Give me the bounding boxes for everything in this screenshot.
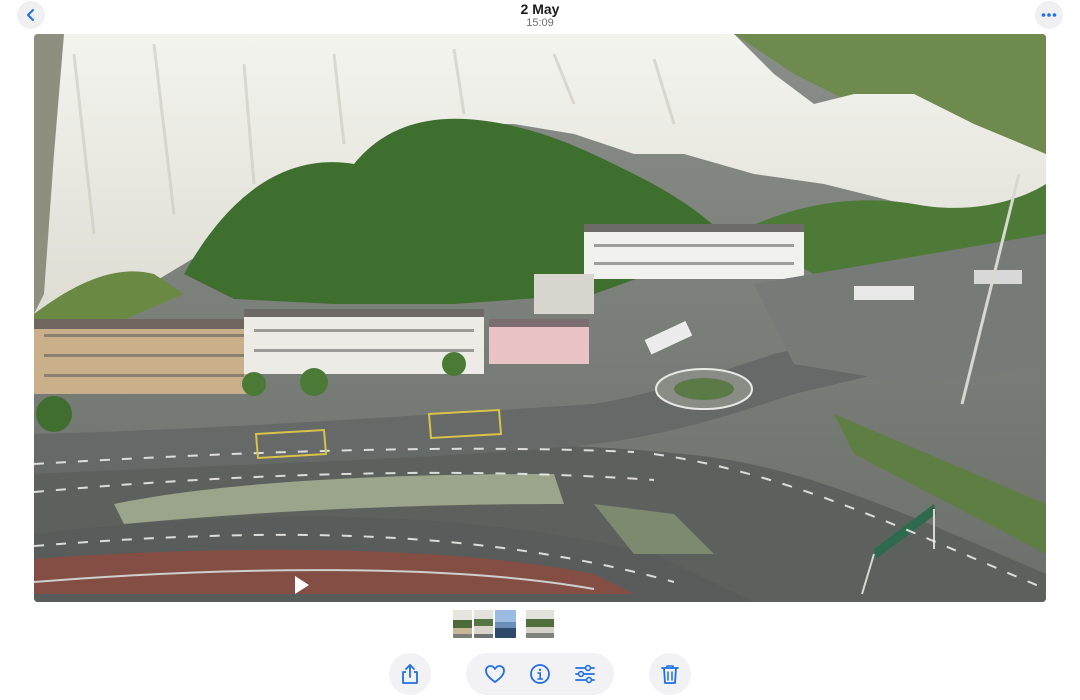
top-bar: 2 May 15:09: [0, 0, 1080, 34]
info-icon: [530, 664, 550, 684]
video-player[interactable]: [34, 34, 1046, 602]
photo-date: 2 May: [520, 1, 560, 17]
adjust-icon: [575, 664, 596, 684]
heart-icon: [484, 665, 505, 683]
thumbnail[interactable]: [474, 610, 493, 638]
share-icon: [402, 664, 418, 684]
action-group: [466, 653, 614, 695]
aerial-photo: [34, 34, 1046, 602]
thumbnail-strip: [453, 610, 554, 638]
trash-icon: [661, 665, 679, 684]
title-block: 2 May 15:09: [0, 0, 1080, 30]
delete-button[interactable]: [649, 653, 691, 695]
thumbnail[interactable]: [453, 610, 472, 638]
play-button[interactable]: [290, 574, 312, 596]
adjust-button[interactable]: [567, 656, 603, 692]
thumbnail[interactable]: [526, 610, 554, 638]
share-button[interactable]: [389, 653, 431, 695]
more-button[interactable]: [1035, 1, 1063, 29]
thumbnail-selected[interactable]: [495, 610, 516, 638]
info-button[interactable]: [522, 656, 558, 692]
ellipsis-icon: [1041, 13, 1057, 17]
photo-time: 15:09: [526, 17, 554, 29]
favorite-button[interactable]: [477, 656, 513, 692]
play-icon: [295, 576, 309, 594]
